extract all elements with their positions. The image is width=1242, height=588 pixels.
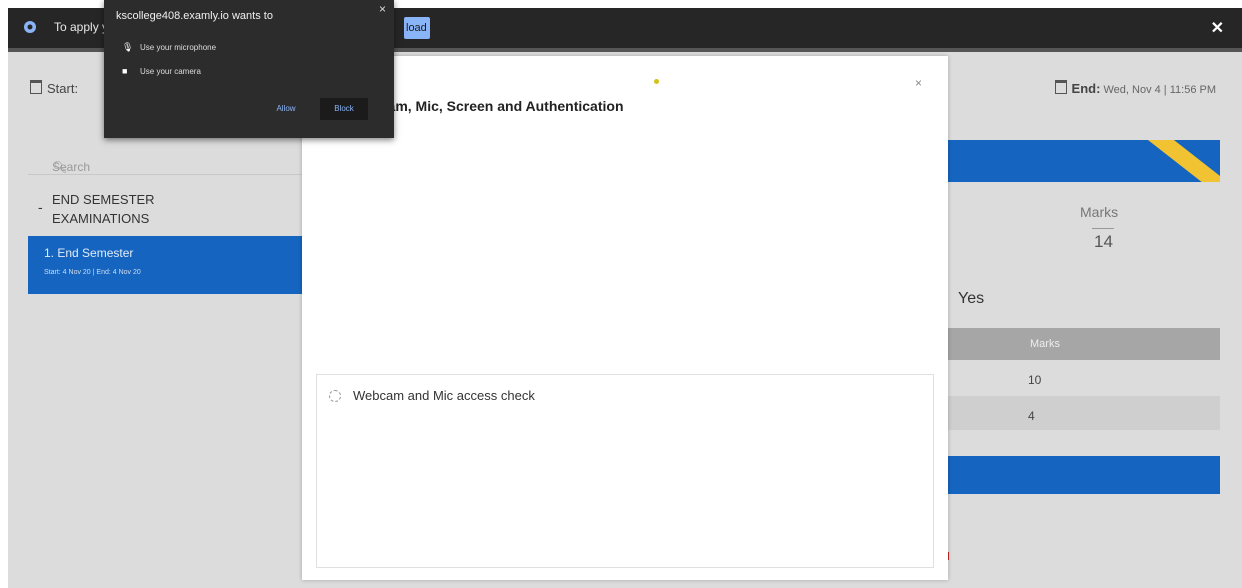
access-check-label: Webcam and Mic access check <box>353 388 535 403</box>
permission-popup: kscollege408.examly.io wants to × 🎙︎ Use … <box>104 0 394 138</box>
end-label: End: <box>1071 81 1101 96</box>
status-dot <box>654 79 659 84</box>
table-row: 4 <box>948 396 1220 430</box>
calendar-icon <box>30 80 42 94</box>
end-value: Wed, Nov 4 | 11:56 PM <box>1103 84 1216 96</box>
infobar-message: To apply y <box>54 20 109 34</box>
start-label: Start: <box>47 81 79 96</box>
access-check-panel: Webcam and Mic access check <box>316 374 934 568</box>
table-header: Marks <box>948 328 1220 360</box>
section-title-text: END SEMESTER EXAMINATIONS <box>52 190 155 228</box>
gear-icon <box>24 21 36 33</box>
loading-spinner-icon <box>329 390 341 402</box>
table-header-marks: Marks <box>1030 338 1060 350</box>
collapse-icon[interactable]: - <box>38 199 43 215</box>
marks-divider <box>1092 228 1114 229</box>
permission-heading: kscollege408.examly.io wants to <box>116 10 273 22</box>
authentication-modal: × g Webcam, Mic, Screen and Authenticati… <box>302 56 948 580</box>
permission-option-label: Use your microphone <box>140 43 217 52</box>
table-row: 10 <box>948 360 1220 396</box>
section-title-line1: END SEMESTER <box>52 192 155 207</box>
permission-option-camera: ■ Use your camera <box>122 66 201 76</box>
start-test-button[interactable] <box>948 456 1220 494</box>
search-placeholder-text: Search <box>52 160 91 174</box>
sidebar-item-end-semester[interactable]: 1. End Semester Start: 4 Nov 20 | End: 4… <box>28 236 303 294</box>
modal-close-icon[interactable]: × <box>915 76 922 90</box>
block-button[interactable]: Block <box>320 98 368 120</box>
modal-title: g Webcam, Mic, Screen and Authentication <box>338 98 624 114</box>
download-button[interactable]: load <box>404 17 430 39</box>
marks-label: Marks <box>1080 204 1119 220</box>
end-date: End: Wed, Nov 4 | 11:56 PM <box>1054 80 1216 96</box>
sidebar-item-title: 1. End Semester <box>44 246 134 260</box>
permission-option-microphone: 🎙︎ Use your microphone <box>122 42 216 53</box>
table-cell: 10 <box>1028 373 1042 387</box>
permission-close-icon[interactable]: × <box>379 2 386 16</box>
yes-text: Yes <box>958 290 985 307</box>
permission-option-label: Use your camera <box>140 67 201 76</box>
section-title-line2: EXAMINATIONS <box>52 211 150 226</box>
camera-icon: ■ <box>122 66 128 76</box>
marks-value: 14 <box>1094 232 1113 251</box>
calendar-icon <box>1054 80 1067 94</box>
microphone-icon: 🎙︎ <box>122 42 134 52</box>
test-header-band <box>948 140 1220 182</box>
infobar-close-icon[interactable]: ✕ <box>1211 18 1224 38</box>
search-input[interactable]: 🔍︎ Search <box>28 140 303 175</box>
allow-button[interactable]: Allow <box>264 98 308 120</box>
sidebar-item-dates: Start: 4 Nov 20 | End: 4 Nov 20 <box>44 269 141 276</box>
section-header[interactable]: - END SEMESTER EXAMINATIONS <box>28 186 303 232</box>
table-cell: 4 <box>1028 409 1035 423</box>
start-date: Start: <box>30 80 78 96</box>
corner-ribbon <box>1131 140 1220 182</box>
